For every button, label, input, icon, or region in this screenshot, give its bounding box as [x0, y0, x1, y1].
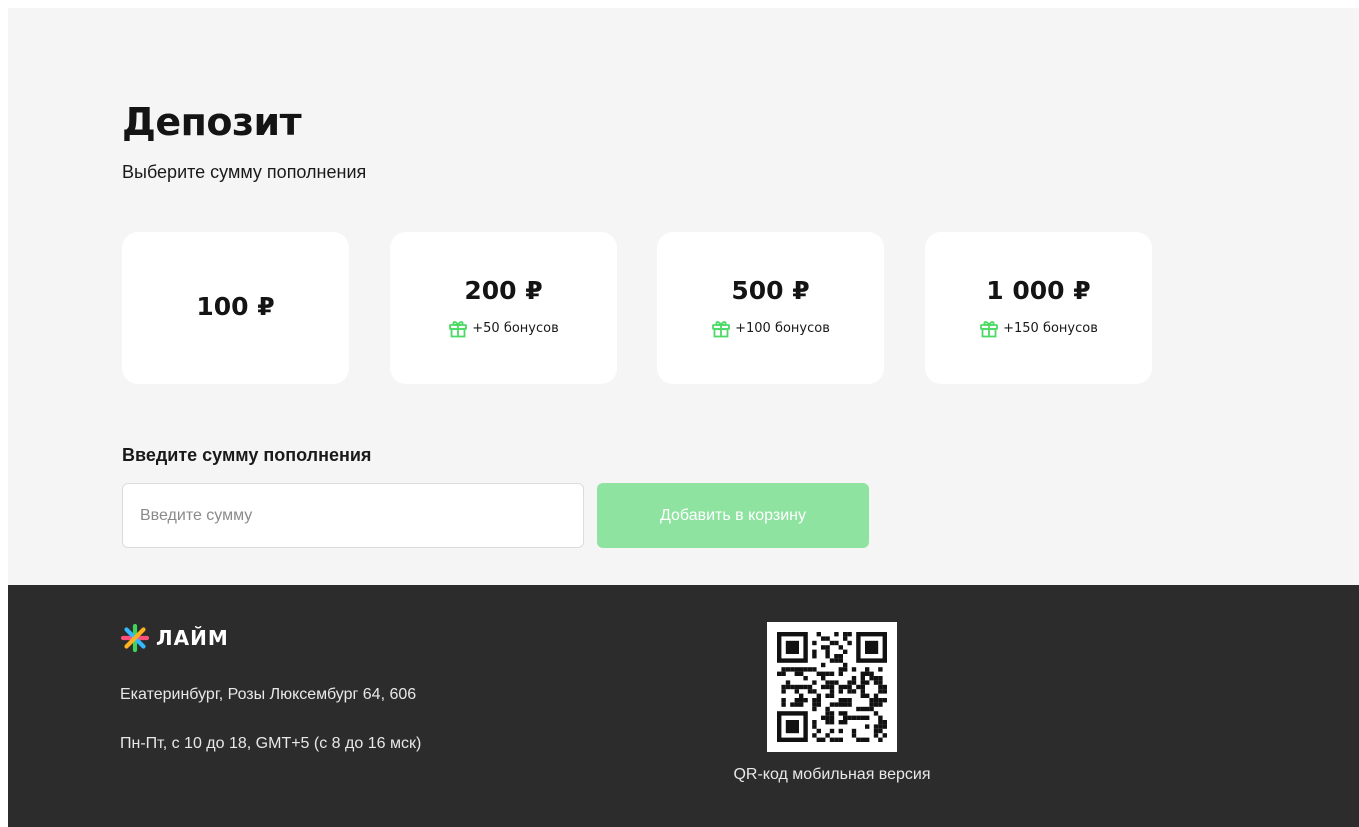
qr-caption: QR-код мобильная версия [733, 766, 931, 783]
amount-option-500[interactable]: 500 ₽ +100 бонусов [657, 232, 884, 384]
bonus-badge: +50 бонусов [390, 318, 617, 338]
amount-option-price: 1 000 ₽ [986, 276, 1091, 305]
amount-option-price: 100 ₽ [196, 292, 275, 321]
qr-code [767, 622, 897, 752]
gift-icon [712, 321, 731, 338]
logo-text: ЛАЙМ [156, 626, 229, 650]
page-title: Депозит [122, 100, 302, 144]
bonus-text: +150 бонусов [1003, 320, 1098, 336]
footer-hours: Пн-Пт, с 10 до 18, GMT+5 (с 8 до 16 мск) [120, 735, 422, 752]
gift-icon [449, 321, 468, 338]
bonus-text: +100 бонусов [735, 320, 830, 336]
logo[interactable]: ЛАЙМ [120, 623, 229, 653]
footer-address: Екатеринбург, Розы Люксембург 64, 606 [120, 686, 417, 703]
gift-icon [980, 321, 999, 338]
qr-code-image [777, 632, 887, 742]
amount-option-price: 500 ₽ [731, 276, 810, 305]
add-to-cart-button[interactable]: Добавить в корзину [597, 483, 869, 548]
amount-option-200[interactable]: 200 ₽ +50 бонусов [390, 232, 617, 384]
bonus-badge: +150 бонусов [925, 318, 1152, 338]
deposit-section: Депозит Выберите сумму пополнения 100 ₽ … [8, 8, 1359, 585]
amount-input[interactable] [122, 483, 584, 548]
amount-option-1000[interactable]: 1 000 ₽ +150 бонусов [925, 232, 1152, 384]
bonus-badge: +100 бонусов [657, 318, 884, 338]
amount-option-price: 200 ₽ [464, 276, 543, 305]
amount-subtitle: Выберите сумму пополнения [122, 162, 367, 182]
lime-logo-icon [120, 623, 150, 653]
bonus-text: +50 бонусов [472, 320, 559, 336]
custom-amount-label: Введите сумму пополнения [122, 445, 372, 465]
footer: ЛАЙМ Екатеринбург, Розы Люксембург 64, 6… [8, 585, 1359, 827]
amount-option-100[interactable]: 100 ₽ [122, 232, 349, 384]
